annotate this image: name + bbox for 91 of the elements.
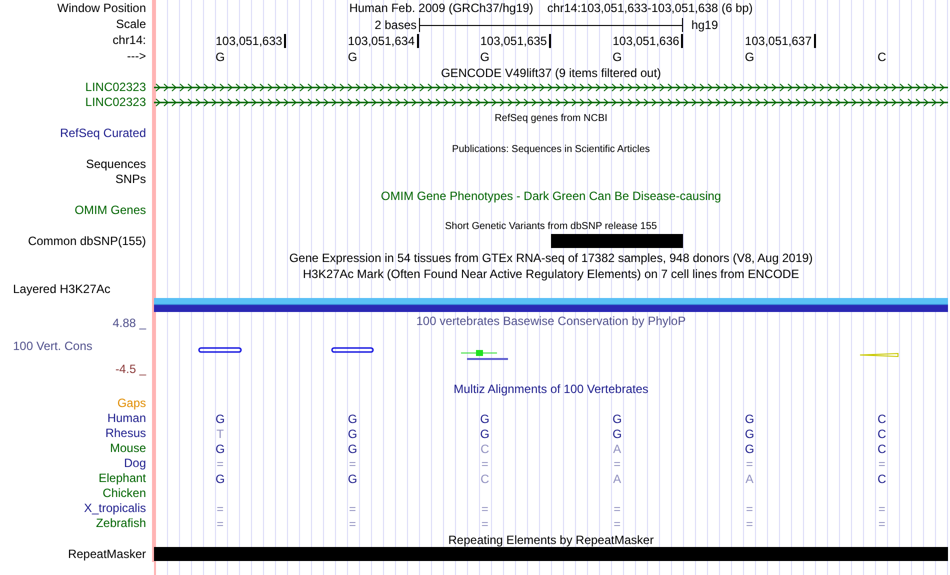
sequence-base: G — [348, 49, 358, 66]
aligned-base: G — [348, 442, 358, 456]
aligned-base: G — [744, 442, 754, 456]
aligned-base: G — [215, 412, 225, 426]
track-title: RefSeq genes from NCBI — [494, 112, 608, 126]
track-title: Short Genetic Variants from dbSNP release 155 — [445, 220, 657, 234]
aligned-base: C — [480, 442, 490, 456]
aligned-base: G — [215, 472, 225, 486]
track-title: Multiz Alignments of 100 Vertebrates — [454, 382, 648, 396]
track-title: H3K27Ac Mark (Often Found Near Active Regulatory Elements) on 7 cell lines from ENCODE — [302, 267, 800, 281]
aligned-base: = — [348, 456, 356, 470]
track-title: GENCODE V49lift37 (9 items filtered out) — [440, 66, 662, 80]
track-label[interactable]: Chicken — [102, 486, 146, 501]
assembly-title: Human Feb. 2009 (GRCh37/hg19) — [349, 0, 534, 17]
ruler-position: 103,051,637 — [744, 34, 816, 48]
aligned-base: G — [348, 412, 358, 426]
aligned-base: = — [614, 502, 621, 516]
aligned-base: C — [480, 472, 490, 486]
aligned-base: G — [348, 472, 358, 486]
aligned-base: A — [613, 472, 622, 486]
strand-label: ---> — [127, 48, 146, 64]
aligned-base: C — [877, 472, 886, 486]
axis-min: -4.5 _ — [115, 361, 146, 378]
aligned-base: = — [216, 516, 224, 530]
scale-assembly: hg19 — [691, 18, 718, 32]
aligned-base: C — [877, 426, 886, 440]
sequence-base: G — [480, 49, 490, 66]
position-title: chr14:103,051,633-103,051,638 (6 bp) — [547, 0, 753, 17]
ruler-position: 103,051,636 — [612, 34, 684, 48]
track-label[interactable]: RefSeq Curated — [60, 126, 146, 141]
track-label[interactable]: 100 Vert. Cons — [0, 337, 92, 355]
ruler-position: 103,051,633 — [216, 34, 286, 48]
scale-length: 2 bases — [374, 17, 417, 34]
sequence-base: G — [744, 49, 754, 66]
aligned-base: = — [216, 502, 224, 516]
track-label[interactable]: LINC02323 — [85, 95, 146, 110]
aligned-base: = — [746, 502, 753, 516]
aligned-base: = — [481, 516, 488, 530]
aligned-base: = — [614, 516, 621, 530]
track-title: Gene Expression in 54 tissues from GTEx RNA-seq of 17382 samples, 948 donors (V8, Aug 2019) — [289, 251, 813, 265]
aligned-base: = — [348, 516, 356, 530]
aligned-base: G — [744, 426, 754, 440]
sequence-base: G — [215, 49, 225, 66]
track-label[interactable]: RepeatMasker — [68, 547, 146, 562]
track-title: 100 vertebrates Basewise Conservation by PhyloP — [416, 314, 686, 328]
track-label[interactable]: LINC02323 — [85, 80, 146, 95]
aligned-base: = — [878, 516, 886, 530]
aligned-base: G — [612, 426, 622, 440]
track-title: Publications: Sequences in Scientific Articles — [452, 143, 650, 157]
track-label[interactable]: Dog — [124, 456, 146, 471]
aligned-base: T — [216, 426, 224, 440]
ruler-position: 103,051,634 — [348, 34, 419, 48]
aligned-base: A — [613, 442, 622, 456]
row-label: Window Position — [57, 0, 146, 16]
aligned-base: = — [878, 456, 886, 470]
track-label[interactable]: Sequences — [86, 157, 146, 172]
aligned-base: = — [481, 456, 488, 470]
track-label[interactable]: Mouse — [110, 441, 146, 456]
track-label[interactable]: Common dbSNP(155) — [28, 234, 146, 249]
track-title: OMIM Gene Phenotypes - Dark Green Can Be Disease-causing — [380, 189, 722, 203]
track-label[interactable]: Layered H3K27Ac — [13, 280, 110, 298]
ruler-position: 103,051,635 — [480, 34, 551, 48]
row-label: chr14: — [112, 32, 146, 48]
row-label: Scale — [116, 16, 146, 32]
aligned-base: G — [612, 412, 622, 426]
aligned-base: = — [746, 456, 753, 470]
track-title: Repeating Elements by RepeatMasker — [448, 533, 654, 547]
aligned-base: = — [746, 516, 753, 530]
sequence-base: C — [877, 49, 886, 66]
aligned-base: = — [878, 502, 886, 516]
aligned-base: = — [216, 456, 224, 470]
track-label[interactable]: Rhesus — [105, 426, 146, 441]
aligned-base: C — [877, 412, 886, 426]
aligned-base: G — [348, 426, 358, 440]
aligned-base: G — [480, 426, 490, 440]
aligned-base: = — [481, 502, 488, 516]
track-label[interactable]: X_tropicalis — [84, 501, 146, 516]
track-label[interactable]: SNPs — [115, 172, 146, 187]
aligned-base: G — [744, 412, 754, 426]
aligned-base: G — [215, 442, 225, 456]
aligned-base: = — [348, 502, 356, 516]
axis-max: 4.88 _ — [112, 315, 146, 332]
aligned-base: C — [877, 442, 886, 456]
track-label[interactable]: Human — [107, 411, 146, 426]
aligned-base: A — [745, 472, 754, 486]
aligned-base: = — [614, 456, 621, 470]
track-label[interactable]: Elephant — [98, 471, 146, 486]
sequence-base: G — [612, 49, 622, 66]
track-label[interactable]: Zebrafish — [96, 516, 146, 531]
track-label[interactable]: OMIM Genes — [74, 203, 146, 218]
aligned-base: G — [480, 412, 490, 426]
